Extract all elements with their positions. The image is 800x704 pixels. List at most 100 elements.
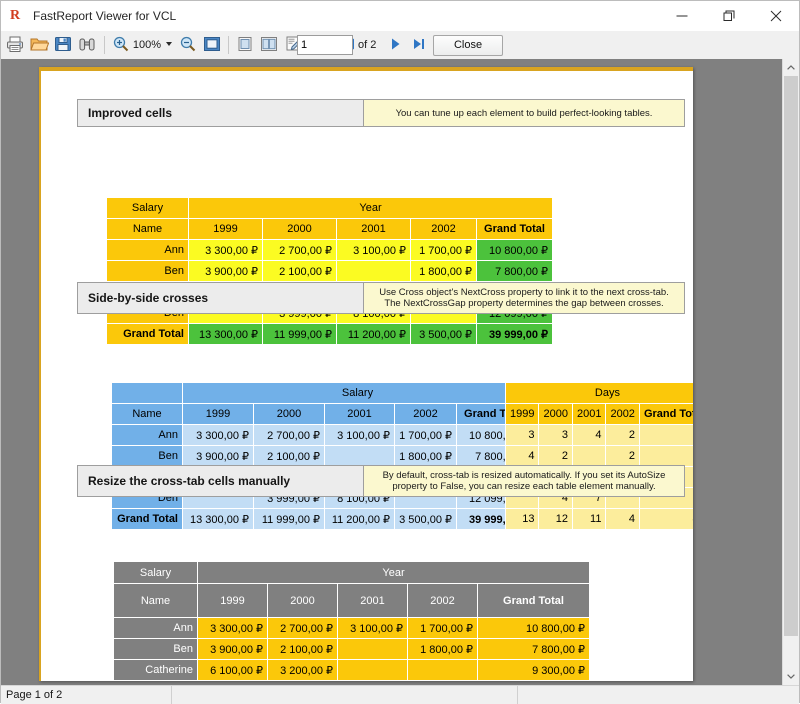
corner-cell: Salary: [106, 197, 189, 219]
page-count-label: of 2: [358, 39, 377, 51]
table-row: Name 1999 2000 2001 2002 Grand Total: [106, 218, 553, 240]
data-cell: 2: [538, 445, 573, 467]
one-page-icon[interactable]: [235, 34, 257, 56]
open-folder-icon[interactable]: [29, 34, 51, 56]
data-cell: 3 900,00 ₽: [197, 638, 268, 660]
whole-page-icon[interactable]: [202, 34, 224, 56]
page-number-input[interactable]: 1: [297, 35, 353, 55]
group-header-cell: Year: [197, 561, 590, 584]
data-cell: [407, 680, 478, 681]
data-cell: 2 700,00 ₽: [262, 239, 337, 261]
row-label-cell: Ann: [106, 239, 189, 261]
data-cell: 1 800,00 ₽: [394, 445, 457, 467]
data-cell: [407, 659, 478, 681]
table-row: Catherine 6 100,00 ₽ 3 200,00 ₽ 9 300,00…: [113, 659, 590, 681]
data-cell: [197, 680, 268, 681]
year-header-cell: 1999: [504, 403, 540, 425]
row-total-cell: 12 099,00 ₽: [477, 680, 590, 681]
table-row: 3 3 4 2 12: [504, 424, 693, 446]
zoom-out-icon[interactable]: [178, 34, 200, 56]
grand-total-cell: 39 999,00 ₽: [476, 323, 553, 345]
data-cell: 2: [605, 445, 640, 467]
last-page-icon[interactable]: [409, 34, 431, 56]
data-cell: 3 900,00 ₽: [188, 260, 263, 282]
next-page-icon[interactable]: [385, 34, 407, 56]
year-header-cell: 2002: [394, 403, 457, 425]
section-description: By default, cross-tab is resized automat…: [363, 466, 684, 496]
year-header-cell: 2000: [262, 218, 337, 240]
print-icon[interactable]: [5, 34, 27, 56]
table-row: Grand Total 13 300,00 ₽ 11 999,00 ₽ 11 2…: [106, 323, 553, 345]
column-total-cell: 3 500,00 ₽: [394, 508, 457, 530]
zoom-level-value[interactable]: 100%: [113, 35, 161, 55]
row-label-cell: Ben: [113, 638, 198, 660]
section-description: Use Cross object's NextCross property to…: [363, 283, 684, 313]
row-label-cell: Ben: [111, 445, 183, 467]
group-header-cell: Year: [188, 197, 553, 219]
table-row: Ben 3 900,00 ₽ 2 100,00 ₽ 1 800,00 ₽ 7 8…: [111, 445, 533, 467]
grand-total-row-label: Grand Total: [111, 508, 183, 530]
table-row: Ann 3 300,00 ₽ 2 700,00 ₽ 3 100,00 ₽ 1 7…: [111, 424, 533, 446]
title-bar: R FastReport Viewer for VCL: [1, 1, 799, 31]
data-cell: 3: [538, 424, 573, 446]
row-total-cell: 10 800,00 ₽: [476, 239, 553, 261]
data-cell: [337, 638, 408, 660]
maximize-button[interactable]: [706, 1, 752, 31]
page-status-label: Page 1 of 2: [6, 689, 63, 701]
section-header-improved-cells: Improved cells You can tune up each elem…: [77, 99, 685, 127]
column-total-cell: 3 500,00 ₽: [410, 323, 477, 345]
two-pages-icon[interactable]: [259, 34, 281, 56]
section-title: Resize the cross-tab cells manually: [78, 466, 363, 496]
data-cell: 3: [504, 424, 540, 446]
save-icon[interactable]: [53, 34, 75, 56]
row-total-cell: 10 800,00 ₽: [477, 617, 590, 639]
row-total-cell: 8: [638, 445, 693, 467]
data-cell: 3 100,00 ₽: [336, 239, 411, 261]
data-cell: 6 100,00 ₽: [197, 659, 268, 681]
grand-total-header-cell: Grand Total: [638, 403, 693, 425]
window-title: FastReport Viewer for VCL: [33, 9, 177, 23]
vertical-scrollbar[interactable]: [782, 59, 799, 685]
table-row: Den 3 999,00 ₽ 8 100,00 ₽ 12 099,00 ₽: [113, 680, 590, 681]
section-description: You can tune up each element to build pe…: [363, 100, 684, 126]
scroll-up-arrow-icon[interactable]: [783, 59, 799, 76]
year-header-cell: 2001: [324, 403, 395, 425]
column-total-cell: 4: [605, 508, 640, 530]
table-row: Name 1999 2000 2001 2002 Grand Total: [113, 583, 590, 618]
toolbar-separator: [228, 36, 229, 54]
table-row: Salary: [111, 382, 533, 404]
data-cell: 3 999,00 ₽: [267, 680, 338, 681]
table-row: Grand Total 13 300,00 ₽ 11 999,00 ₽ 11 2…: [111, 508, 533, 530]
minimize-button[interactable]: [659, 1, 705, 31]
column-total-cell: 13 300,00 ₽: [182, 508, 254, 530]
row-label-cell: Ann: [113, 617, 198, 639]
data-cell: 3 300,00 ₽: [188, 239, 263, 261]
close-button[interactable]: Close: [433, 35, 503, 56]
close-window-button[interactable]: [753, 1, 799, 31]
section-header-side-by-side-crosses: Side-by-side crosses Use Cross object's …: [77, 282, 685, 314]
fastreport-viewer-window: R FastReport Viewer for VCL 100% 1 of 2 …: [0, 0, 800, 704]
row-label-cell: Ben: [106, 260, 189, 282]
cross-table-days: Days 1999 2000 2001 2002 Grand Total 3 3…: [504, 382, 693, 530]
report-page: Improved cells You can tune up each elem…: [39, 67, 693, 681]
year-header-cell: 2001: [337, 583, 408, 618]
preview-area: Improved cells You can tune up each elem…: [1, 59, 799, 685]
cross-table-manual-resize: Salary Year Name 1999 2000 2001 2002 Gra…: [113, 561, 590, 681]
scrollbar-thumb[interactable]: [784, 76, 798, 636]
zoom-dropdown-chevron-down-icon[interactable]: [166, 42, 172, 46]
table-row: Ann 3 300,00 ₽ 2 700,00 ₽ 3 100,00 ₽ 1 7…: [113, 617, 590, 639]
data-cell: 2 700,00 ₽: [267, 617, 338, 639]
table-row: Salary Year: [113, 561, 590, 584]
year-header-cell: 2000: [267, 583, 338, 618]
data-cell: 4: [504, 445, 540, 467]
year-header-cell: 1999: [188, 218, 263, 240]
table-row: Name 1999 2000 2001 2002 Grand Total: [111, 403, 533, 425]
scroll-down-arrow-icon[interactable]: [783, 668, 799, 685]
row-total-cell: 9 300,00 ₽: [477, 659, 590, 681]
data-cell: 3 300,00 ₽: [197, 617, 268, 639]
row-label-cell: Den: [113, 680, 198, 681]
find-binoculars-icon[interactable]: [77, 34, 99, 56]
table-row: Salary Year: [106, 197, 553, 219]
corner-cell: Salary: [113, 561, 198, 584]
data-cell: 3 100,00 ₽: [324, 424, 395, 446]
